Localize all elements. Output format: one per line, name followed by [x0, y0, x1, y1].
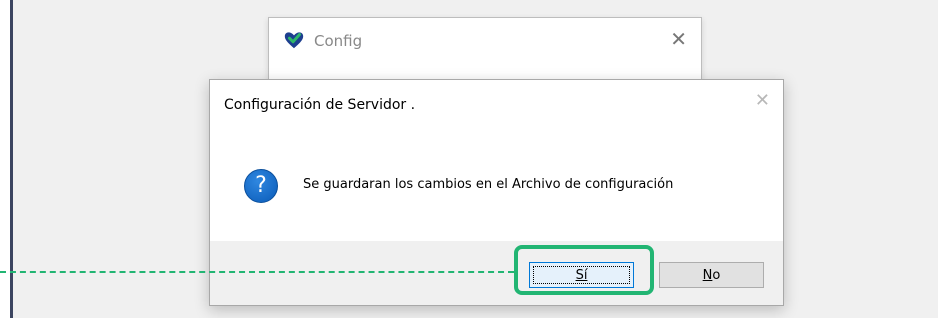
- check-heart-logo-icon: [284, 32, 304, 49]
- dialog-title: Configuración de Servidor .: [224, 97, 416, 113]
- annotation-highlight-box: [514, 245, 654, 295]
- close-icon[interactable]: ✕: [755, 90, 770, 111]
- dialog-message: Se guardaran los cambios en el Archivo d…: [303, 177, 674, 192]
- config-window-title: Config: [314, 32, 363, 50]
- no-button-label: No: [702, 268, 721, 283]
- close-icon[interactable]: ✕: [670, 27, 687, 51]
- annotation-pointer-line: [0, 271, 514, 273]
- no-button[interactable]: No: [659, 262, 764, 288]
- question-icon: ?: [244, 169, 278, 203]
- config-window-titlebar: Config ✕: [269, 18, 701, 68]
